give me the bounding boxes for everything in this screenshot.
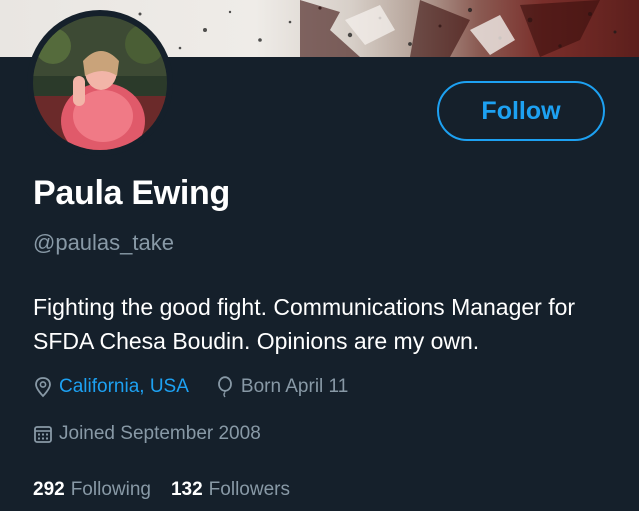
profile-stats: 292 Following 132 Followers: [33, 479, 310, 501]
profile-joined-row: Joined September 2008: [33, 423, 287, 445]
profile-name: Paula Ewing: [33, 174, 230, 212]
location-item: California, USA: [33, 376, 189, 398]
following-count: 292: [33, 479, 65, 500]
followers-count: 132: [170, 479, 203, 500]
profile-bio: Fighting the good fight. Communications …: [33, 294, 576, 354]
following-stat[interactable]: 292 Following: [33, 479, 151, 501]
birthday-text: Born April 11: [240, 376, 349, 397]
balloon-icon: [217, 376, 232, 398]
calendar-icon: [34, 426, 52, 443]
profile-meta-row: California, USA Born April 11: [33, 376, 374, 398]
joined-item: Joined September 2008: [33, 423, 261, 445]
profile-avatar[interactable]: [27, 10, 173, 156]
location-pin-icon: [35, 377, 51, 398]
birthday-item: Born April 11: [215, 376, 348, 398]
follow-button[interactable]: Follow: [437, 81, 605, 141]
followers-stat[interactable]: 132 Followers: [171, 479, 290, 501]
followers-label: Followers: [208, 479, 290, 500]
location-link[interactable]: California, USA: [59, 376, 189, 398]
following-label: Following: [70, 479, 151, 500]
joined-text: Joined September 2008: [59, 423, 261, 444]
profile-handle: @paulas_take: [33, 230, 174, 255]
